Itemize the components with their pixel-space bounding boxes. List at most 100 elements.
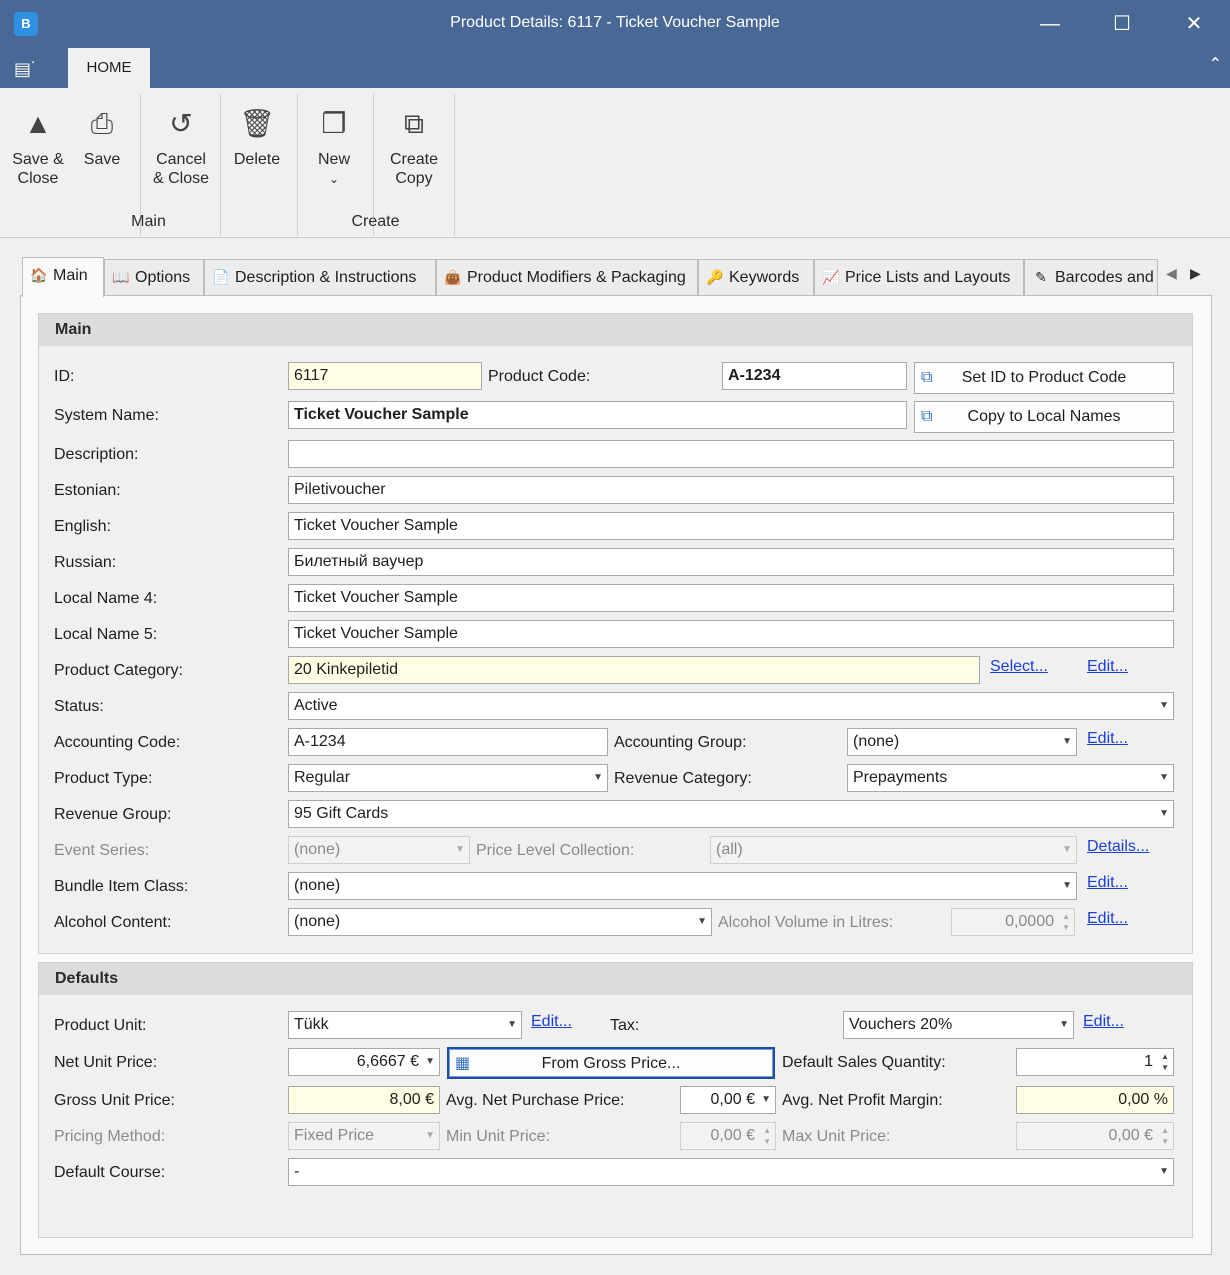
save-icon: ⎙ <box>90 108 114 139</box>
create-copy-button[interactable]: ⧉ Create Copy <box>380 88 448 208</box>
net-unit-price-value: 6,6667 € <box>356 1053 419 1070</box>
ribbon-tab-bar: ▤˙ HOME ⌃ <box>0 48 1230 88</box>
chevron-down-icon: ▼ <box>1159 772 1169 783</box>
product-code-label: Product Code: <box>488 368 591 385</box>
product-unit-edit-link[interactable]: Edit... <box>531 1013 572 1031</box>
avg-net-purchase-price-field[interactable]: 0,00 € ▼ <box>680 1086 776 1114</box>
tax-edit-link[interactable]: Edit... <box>1083 1013 1124 1031</box>
set-id-to-product-code-button[interactable]: ⧉ Set ID to Product Code <box>914 362 1174 394</box>
tab-modifiers-label: Product Modifiers & Packaging <box>467 269 686 286</box>
accounting-code-field[interactable]: A-1234 <box>288 728 608 756</box>
english-field[interactable]: Ticket Voucher Sample <box>288 512 1174 540</box>
product-code-field[interactable]: A-1234 <box>722 362 907 390</box>
pricing-method-select[interactable]: Fixed Price ▼ <box>288 1122 440 1150</box>
page-tab-strip: 🏠 Main 📖 Options 📄 Description & Instructio… <box>22 257 1212 297</box>
gross-unit-price-field[interactable]: 8,00 € <box>288 1086 440 1114</box>
avg-net-profit-margin-field[interactable]: 0,00 % <box>1016 1086 1174 1114</box>
price-level-details-link[interactable]: Details... <box>1087 838 1149 856</box>
chevron-left-icon: ◀ <box>1166 265 1177 281</box>
accounting-group-label: Accounting Group: <box>614 734 747 751</box>
tab-description[interactable]: 📄 Description & Instructions <box>204 259 436 295</box>
menu-icon: ▤˙ <box>14 59 38 79</box>
accounting-code-label: Accounting Code: <box>54 734 181 751</box>
tab-price-lists[interactable]: 📈 Price Lists and Layouts <box>814 259 1024 295</box>
product-unit-select[interactable]: Tükk ▼ <box>288 1011 522 1039</box>
price-level-collection-select[interactable]: (all) ▼ <box>710 836 1077 864</box>
category-select-link[interactable]: Select... <box>990 658 1048 676</box>
russian-field[interactable]: Билетный ваучер <box>288 548 1174 576</box>
alcohol-volume-value: 0,0000 <box>1005 913 1054 930</box>
category-edit-link[interactable]: Edit... <box>1087 658 1128 676</box>
estonian-field[interactable]: Piletivoucher <box>288 476 1174 504</box>
event-series-select[interactable]: (none) ▼ <box>288 836 470 864</box>
application-menu-button[interactable]: ▤˙ <box>14 56 50 82</box>
tax-select[interactable]: Vouchers 20% ▼ <box>843 1011 1074 1039</box>
from-gross-price-button[interactable]: ▦ From Gross Price... <box>447 1047 775 1079</box>
max-unit-price-label: Max Unit Price: <box>782 1128 891 1145</box>
revenue-group-value: 95 Gift Cards <box>294 805 389 822</box>
max-unit-price-spinner[interactable]: 0,00 € ▲ ▼ <box>1016 1122 1174 1150</box>
chevron-right-icon: ▶ <box>1190 265 1201 281</box>
collapse-ribbon-button[interactable]: ⌃ <box>1209 54 1222 74</box>
accounting-group-select[interactable]: (none) ▼ <box>847 728 1077 756</box>
chevron-down-icon: ▼ <box>1159 808 1169 819</box>
ribbon-tab-home[interactable]: HOME <box>68 48 150 88</box>
new-document-icon: ❐ <box>321 108 347 139</box>
delete-button[interactable]: 🗑 Delete <box>226 88 288 208</box>
default-course-label: Default Course: <box>54 1164 166 1181</box>
alcohol-volume-spinner[interactable]: 0,0000 ▲ ▼ <box>951 908 1075 936</box>
house-icon: 🏠 <box>30 267 48 283</box>
copy-to-local-names-button[interactable]: ⧉ Copy to Local Names <box>914 401 1174 433</box>
description-field[interactable] <box>288 440 1174 468</box>
local-name-5-field[interactable]: Ticket Voucher Sample <box>288 620 1174 648</box>
ribbon-separator <box>454 94 455 236</box>
tab-options[interactable]: 📖 Options <box>104 259 204 295</box>
system-name-field[interactable]: Ticket Voucher Sample <box>288 401 907 429</box>
revenue-category-select[interactable]: Prepayments ▼ <box>847 764 1174 792</box>
net-unit-price-field[interactable]: 6,6667 € ▼ <box>288 1048 440 1076</box>
save-button[interactable]: ⎙ Save <box>76 88 128 208</box>
new-button[interactable]: ❐ New ⌄ <box>306 88 362 208</box>
tab-main[interactable]: 🏠 Main <box>22 257 104 297</box>
revenue-group-select[interactable]: 95 Gift Cards ▼ <box>288 800 1174 828</box>
trash-icon: 🗑 <box>239 108 275 139</box>
maximize-button[interactable]: ☐ <box>1087 0 1157 48</box>
minimize-button[interactable]: — <box>1015 0 1085 48</box>
accounting-group-edit-link[interactable]: Edit... <box>1087 730 1128 748</box>
gross-unit-price-label: Gross Unit Price: <box>54 1092 175 1109</box>
bundle-item-class-edit-link[interactable]: Edit... <box>1087 874 1128 892</box>
pricing-method-value: Fixed Price <box>294 1127 375 1144</box>
default-course-select[interactable]: - ▼ <box>288 1158 1174 1186</box>
set-id-button-label: Set ID to Product Code <box>961 369 1127 386</box>
tab-main-label: Main <box>53 267 88 284</box>
min-unit-price-spinner[interactable]: 0,00 € ▲ ▼ <box>680 1122 776 1150</box>
create-copy-label: Create Copy <box>389 151 439 187</box>
cancel-close-button[interactable]: ↺ Cancel & Close <box>148 88 214 208</box>
default-sales-quantity-value: 1 <box>1144 1053 1153 1070</box>
accounting-group-value: (none) <box>853 733 900 750</box>
default-sales-quantity-spinner[interactable]: 1 ▲ ▼ <box>1016 1048 1174 1076</box>
event-series-label: Event Series: <box>54 842 150 859</box>
tab-scroll-left-button[interactable]: ◀ <box>1166 265 1177 282</box>
bundle-item-class-select[interactable]: (none) ▼ <box>288 872 1077 900</box>
close-button[interactable]: ✕ <box>1159 0 1229 48</box>
ribbon-group-main-label: Main <box>131 213 166 230</box>
close-icon: ✕ <box>1185 13 1203 35</box>
alcohol-content-select[interactable]: (none) ▼ <box>288 908 712 936</box>
tab-modifiers[interactable]: 👜 Product Modifiers & Packaging <box>436 259 698 295</box>
chevron-down-icon: ▼ <box>761 1094 771 1105</box>
product-category-field[interactable]: 20 Kinkepiletid <box>288 656 980 684</box>
tab-barcodes[interactable]: ✎ Barcodes and <box>1024 259 1158 295</box>
tab-price-lists-label: Price Lists and Layouts <box>845 269 1011 286</box>
save-close-button[interactable]: ▲ Save & Close <box>6 88 70 208</box>
status-select[interactable]: Active ▼ <box>288 692 1174 720</box>
avg-net-purchase-price-label: Avg. Net Purchase Price: <box>446 1092 625 1109</box>
tab-keywords[interactable]: 🔑 Keywords <box>698 259 814 295</box>
local-name-4-field[interactable]: Ticket Voucher Sample <box>288 584 1174 612</box>
spinner-arrows-icon: ▲ ▼ <box>763 1126 771 1146</box>
id-field[interactable]: 6117 <box>288 362 482 390</box>
alcohol-edit-link[interactable]: Edit... <box>1087 910 1128 928</box>
tab-scroll-right-button[interactable]: ▶ <box>1190 265 1201 282</box>
default-sales-quantity-label: Default Sales Quantity: <box>782 1054 946 1071</box>
product-type-select[interactable]: Regular ▼ <box>288 764 608 792</box>
